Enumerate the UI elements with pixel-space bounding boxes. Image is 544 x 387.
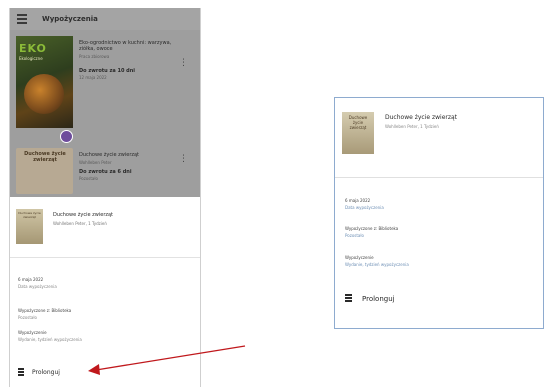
loan-author: Wohlleben Peter xyxy=(79,160,112,165)
sheet-book: Duchowe życie zwierząt Duchowe życie zwi… xyxy=(16,209,196,249)
phone-screen: Wypożyczenia EKO Ekologiczne Eko-ogrodni… xyxy=(9,8,201,387)
detail-label: Pozostało xyxy=(18,315,37,320)
loan-item[interactable]: Duchowe życie zwierząt Duchowe życie zwi… xyxy=(10,148,200,196)
renew-icon xyxy=(345,294,352,303)
page-title: Wypożyczenia xyxy=(42,15,98,23)
book-cover: Duchowe życie zwierząt xyxy=(16,148,73,194)
detail-loan-date: 6 maja 2022 Data wypożyczenia xyxy=(345,198,384,210)
detail-label: Pozostało xyxy=(345,233,364,238)
detail-value: Wypożyczone z: Biblioteka xyxy=(345,226,399,231)
renew-label: Prolonguj xyxy=(32,368,60,376)
loan-due-date: 12 maja 2022 xyxy=(79,75,107,80)
loan-title: Duchowe życie zwierząt xyxy=(79,152,140,158)
sheet-title: Duchowe życie zwierząt xyxy=(385,114,458,121)
divider xyxy=(335,177,543,178)
more-options-icon[interactable]: ⋮ xyxy=(179,154,188,164)
cover-subtitle: Ekologiczne xyxy=(19,56,43,61)
detail-value: Wypożyczone z: Biblioteka xyxy=(18,308,72,313)
book-cover: Duchowe życie zwierząt xyxy=(342,112,374,154)
cover-title: Duchowe życie zwierząt xyxy=(24,151,66,163)
cover-title: EKO xyxy=(19,42,47,55)
loan-due-date: Pozostało xyxy=(79,176,98,181)
loan-item[interactable]: EKO Ekologiczne Eko-ogrodnictwo w kuchni… xyxy=(10,36,200,143)
renew-button[interactable]: Prolonguj xyxy=(345,294,395,303)
detail-type: Wypożyczenie Wydanie, tydzień wypożyczen… xyxy=(18,330,82,342)
sheet-subtitle: Wohlleben Peter, 1 Tydzień xyxy=(53,221,107,226)
detail-label: Data wypożyczenia xyxy=(18,284,57,289)
bottom-sheet: Duchowe życie zwierząt Duchowe życie zwi… xyxy=(10,197,200,387)
renew-label: Prolonguj xyxy=(362,294,395,303)
renew-icon xyxy=(18,368,24,376)
app-header: Wypożyczenia xyxy=(10,8,200,30)
detail-value: 6 maja 2022 xyxy=(18,277,44,282)
cover-title: Duchowe życie zwierząt xyxy=(348,115,368,130)
detail-label: Wydanie, tydzień wypożyczenia xyxy=(345,262,409,267)
sheet-subtitle: Wohlleben Peter, 1 Tydzień xyxy=(385,124,439,129)
detail-type: Wypożyczenie Wydanie, tydzień wypożyczen… xyxy=(345,255,409,267)
library-badge-icon xyxy=(60,130,73,143)
detail-value: Wypożyczenie xyxy=(18,330,47,335)
loan-title: Eko-ogrodnictwo w kuchni: warzywa, ziółk… xyxy=(79,40,172,52)
detail-library: Wypożyczone z: Biblioteka Pozostało xyxy=(345,226,398,238)
detail-loan-date: 6 maja 2022 Data wypożyczenia xyxy=(18,277,57,289)
cover-title: Duchowe życie zwierząt xyxy=(18,211,41,219)
loan-due: Do zwrotu za 6 dni xyxy=(79,169,132,175)
loan-author: Praca zbiorowa xyxy=(79,54,110,59)
zoomed-sheet: Duchowe życie zwierząt Duchowe życie zwi… xyxy=(334,97,544,329)
detail-value: 6 maja 2022 xyxy=(345,198,371,203)
detail-library: Wypożyczone z: Biblioteka Pozostało xyxy=(18,308,71,320)
detail-label: Data wypożyczenia xyxy=(345,205,384,210)
renew-button[interactable]: Prolonguj xyxy=(18,368,60,376)
sheet-title: Duchowe życie zwierząt xyxy=(53,212,114,218)
loan-due: Do zwrotu za 10 dni xyxy=(79,68,136,74)
cover-illustration xyxy=(24,74,64,114)
loan-info: Duchowe życie zwierząt Wohlleben Peter D… xyxy=(79,152,179,181)
loan-info: Eko-ogrodnictwo w kuchni: warzywa, ziółk… xyxy=(79,40,179,80)
book-cover: Duchowe życie zwierząt xyxy=(16,209,43,244)
divider xyxy=(10,257,200,258)
book-cover: EKO Ekologiczne xyxy=(16,36,73,128)
more-options-icon[interactable]: ⋮ xyxy=(179,58,188,68)
menu-icon[interactable] xyxy=(17,14,27,24)
detail-label: Wydanie, tydzień wypożyczenia xyxy=(18,337,82,342)
detail-value: Wypożyczenie xyxy=(345,255,374,260)
